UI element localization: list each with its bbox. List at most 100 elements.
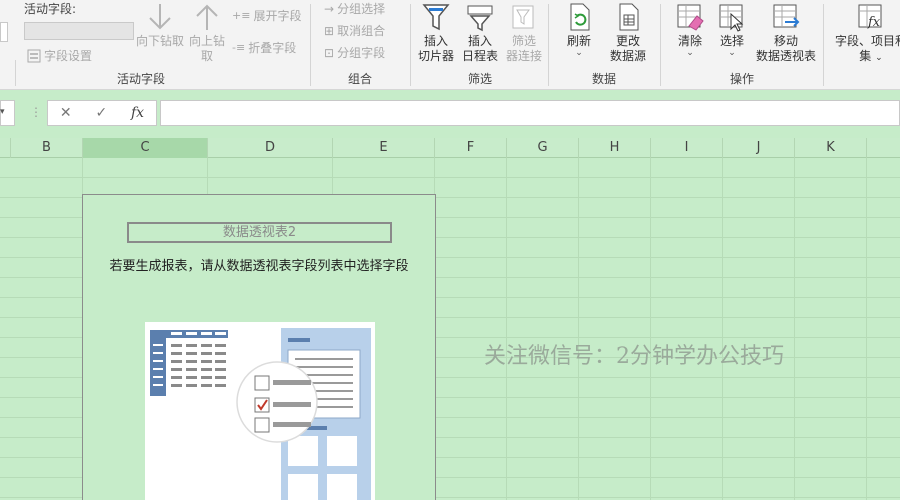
drill-down-label: 向下钻取 — [136, 34, 185, 48]
drill-up-icon — [196, 4, 218, 30]
chevron-down-icon: ⌄ — [686, 48, 694, 58]
field-settings-button[interactable]: 字段设置 — [27, 47, 92, 64]
column-header-c[interactable]: C — [83, 138, 208, 158]
refresh-button[interactable]: 刷新 ⌄ — [556, 2, 602, 58]
column-header-h[interactable]: H — [579, 138, 651, 158]
collapse-field-icon: -≡ — [232, 41, 246, 54]
select-button[interactable]: 选择 ⌄ — [710, 2, 754, 58]
refresh-label: 刷新 — [566, 34, 591, 48]
group-group-label: 组合 — [347, 72, 372, 86]
gridline — [794, 158, 795, 500]
select-icon — [719, 4, 744, 32]
cancel-icon[interactable]: ✕ — [60, 105, 72, 121]
clear-icon — [677, 4, 704, 31]
expand-field-icon: +≡ — [232, 9, 251, 22]
column-header-i[interactable]: I — [651, 138, 723, 158]
group-selection-icon: → — [324, 1, 335, 16]
ungroup-button[interactable]: ⊞ 取消组合 — [324, 22, 385, 39]
gridline — [506, 158, 507, 500]
divider — [660, 4, 661, 86]
divider — [310, 4, 311, 86]
divider — [823, 4, 824, 86]
ribbon: 活动字段: 字段设置 向下钻取 向上钻取 +≡ 展开字段 -≡ 折叠字段 活动字… — [0, 0, 900, 90]
collapse-field-button[interactable]: -≡ 折叠字段 — [232, 39, 296, 56]
filter-connections-button[interactable]: 筛选 器连接 — [502, 2, 546, 64]
watermark-text: 关注微信号：2分钟学办公技巧 — [484, 344, 784, 369]
fields-items-icon: fx — [858, 4, 882, 30]
move-pivot-label-1: 移动 — [773, 34, 798, 48]
filter-connections-label-2: 器连接 — [505, 49, 542, 63]
field-settings-icon — [27, 49, 41, 62]
column-header-g[interactable]: G — [507, 138, 579, 158]
actions-group-label: 操作 — [729, 72, 754, 86]
divider — [15, 60, 16, 86]
group-field-icon: ⊡ — [324, 45, 335, 60]
more-options-icon[interactable]: ⋮ — [30, 105, 42, 119]
formula-input[interactable] — [160, 100, 900, 126]
field-settings-label: 字段设置 — [44, 49, 93, 63]
insert-function-icon[interactable]: fx — [131, 105, 144, 121]
pivot-illustration — [145, 322, 375, 500]
divider — [410, 4, 411, 86]
divider — [548, 4, 549, 86]
drill-down-icon — [149, 4, 171, 30]
row-header-corner[interactable] — [0, 138, 11, 158]
change-source-icon — [619, 3, 639, 31]
column-header-k[interactable]: K — [795, 138, 867, 158]
pivot-table-placeholder[interactable]: 数据透视表2 若要生成报表，请从数据透视表字段列表中选择字段 — [82, 194, 436, 500]
drill-up-button[interactable]: 向上钻取 — [186, 2, 228, 64]
gridline — [722, 158, 723, 500]
drill-down-button[interactable]: 向下钻取 — [136, 2, 184, 49]
group-field-button[interactable]: ⊡ 分组字段 — [324, 44, 385, 61]
active-field-group-label: 活动字段 — [116, 72, 165, 86]
enter-icon[interactable]: ✓ — [95, 105, 107, 121]
clear-button[interactable]: 清除 ⌄ — [668, 2, 712, 58]
ungroup-label: 取消组合 — [337, 24, 386, 38]
gridline — [578, 158, 579, 500]
column-header-b[interactable]: B — [11, 138, 83, 158]
group-field-label: 分组字段 — [337, 46, 386, 60]
group-group: → 分组选择 ⊞ 取消组合 ⊡ 分组字段 组合 — [312, 0, 408, 89]
data-group: 刷新 ⌄ 更改 数据源 数据 — [550, 0, 658, 89]
column-header-e[interactable]: E — [333, 138, 435, 158]
timeline-icon — [467, 5, 493, 32]
refresh-icon — [570, 3, 590, 31]
insert-slicer-button[interactable]: 插入 切片器 — [414, 2, 458, 64]
chevron-down-icon: ⌄ — [875, 53, 883, 63]
move-pivot-button[interactable]: 移动 数据透视表 — [752, 2, 820, 64]
insert-timeline-label-2: 日程表 — [461, 49, 498, 63]
gridline — [650, 158, 651, 500]
insert-timeline-label-1: 插入 — [467, 34, 492, 48]
actions-group: 清除 ⌄ 选择 ⌄ 移动 数据透视表 操作 — [662, 0, 822, 89]
insert-timeline-button[interactable]: 插入 日程表 — [458, 2, 502, 64]
expand-field-button[interactable]: +≡ 展开字段 — [232, 7, 301, 24]
group-selection-button[interactable]: → 分组选择 — [324, 0, 385, 17]
move-pivot-label-2: 数据透视表 — [755, 49, 816, 63]
fields-items-label-2: 集 — [859, 49, 872, 63]
fields-items-label-2-wrap: 集 ⌄ — [826, 49, 900, 66]
pivot-fields-illustration-icon — [150, 328, 371, 500]
filter-connections-icon — [512, 5, 534, 29]
move-pivot-icon — [773, 4, 800, 28]
collapse-field-label: 折叠字段 — [248, 41, 297, 55]
slicer-icon — [422, 4, 450, 31]
svg-text:fx: fx — [867, 15, 881, 30]
drill-up-label: 向上钻取 — [188, 34, 225, 63]
column-header-d[interactable]: D — [208, 138, 333, 158]
filter-group-label: 筛选 — [467, 72, 492, 86]
fields-items-sets-button[interactable]: fx 字段、项目和 集 ⌄ — [826, 2, 900, 66]
change-data-source-button[interactable]: 更改 数据源 — [602, 2, 654, 64]
active-field-label: 活动字段: — [24, 2, 77, 16]
expand-field-label: 展开字段 — [253, 9, 302, 23]
fields-items-label-1: 字段、项目和 — [834, 34, 900, 48]
active-field-input[interactable] — [24, 22, 134, 40]
column-header-j[interactable]: J — [723, 138, 795, 158]
group-selection-label: 分组选择 — [337, 2, 386, 16]
ungroup-icon: ⊞ — [324, 23, 335, 38]
active-field-group: 活动字段: 字段设置 向下钻取 向上钻取 +≡ 展开字段 -≡ 折叠字段 活动字… — [0, 0, 301, 89]
name-box-chevron-icon[interactable]: ▾ — [0, 107, 5, 117]
calculations-group: fx 字段、项目和 集 ⌄ — [826, 0, 900, 89]
clear-label: 清除 — [677, 34, 702, 48]
change-source-label-1: 更改 — [615, 34, 640, 48]
column-header-f[interactable]: F — [435, 138, 507, 158]
